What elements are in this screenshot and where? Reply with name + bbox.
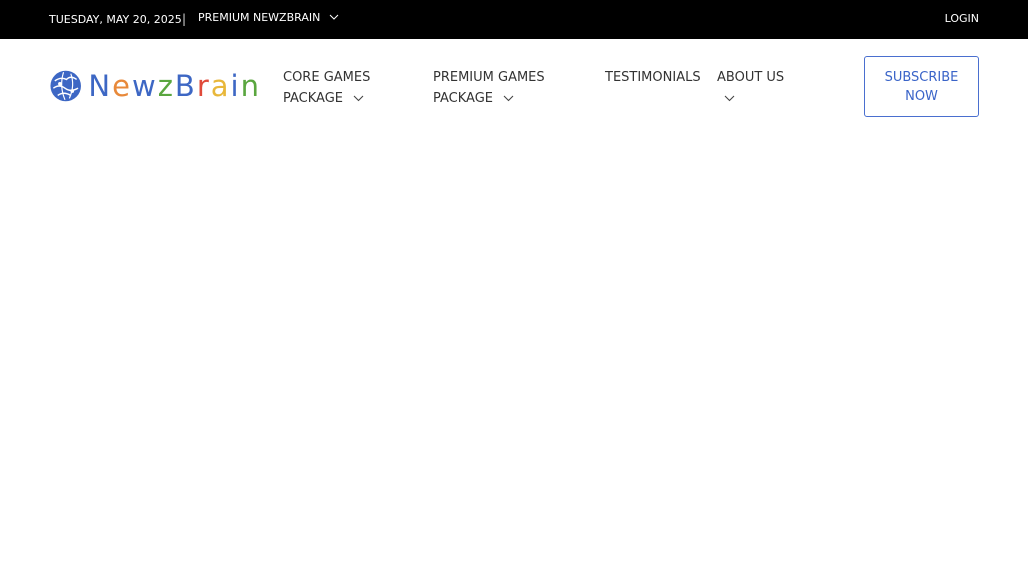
login-link[interactable]: LOGIN xyxy=(945,12,979,25)
nav-premium-games-label: PREMIUM GAMES PACKAGE xyxy=(433,70,545,106)
logo-letter: a xyxy=(210,68,231,103)
logo-letter: w xyxy=(131,68,158,103)
nav-about-us-label: ABOUT US xyxy=(717,70,785,85)
current-date: TUESDAY, MAY 20, 2025 xyxy=(49,13,182,26)
premium-newzbrain-menu[interactable]: PREMIUM NEWZBRAIN xyxy=(198,11,339,24)
chevron-down-icon xyxy=(503,95,514,102)
nav-about-us[interactable]: ABOUT US xyxy=(717,67,797,109)
chevron-down-icon xyxy=(329,14,339,20)
logo-letter: e xyxy=(112,68,132,103)
top-bar-separator: | xyxy=(182,12,187,26)
site-header: NewzBrain CORE GAMES PACKAGE PREMIUM GAM… xyxy=(0,39,1028,134)
chevron-down-icon xyxy=(353,95,364,102)
logo-letter: B xyxy=(174,68,197,103)
nav-testimonials-label: TESTIMONIALS xyxy=(605,70,701,85)
logo-letter: N xyxy=(88,68,113,103)
logo-wordmark: NewzBrain xyxy=(88,68,261,103)
logo-letter: r xyxy=(196,68,211,103)
globe-brain-icon xyxy=(50,70,81,102)
logo-letter: z xyxy=(157,68,175,103)
logo-letter: n xyxy=(240,68,261,103)
nav-core-games-package[interactable]: CORE GAMES PACKAGE xyxy=(283,67,413,109)
premium-newzbrain-label: PREMIUM NEWZBRAIN xyxy=(198,11,321,24)
subscribe-now-button[interactable]: SUBSCRIBE NOW xyxy=(864,56,979,117)
chevron-down-icon xyxy=(724,95,735,102)
subscribe-now-label: SUBSCRIBE NOW xyxy=(884,69,959,104)
nav-testimonials[interactable]: TESTIMONIALS xyxy=(605,67,701,88)
top-bar: TUESDAY, MAY 20, 2025 | PREMIUM NEWZBRAI… xyxy=(0,0,1028,39)
nav-premium-games-package[interactable]: PREMIUM GAMES PACKAGE xyxy=(433,67,583,109)
site-logo[interactable]: NewzBrain xyxy=(49,63,261,109)
logo-letter: i xyxy=(230,68,241,103)
